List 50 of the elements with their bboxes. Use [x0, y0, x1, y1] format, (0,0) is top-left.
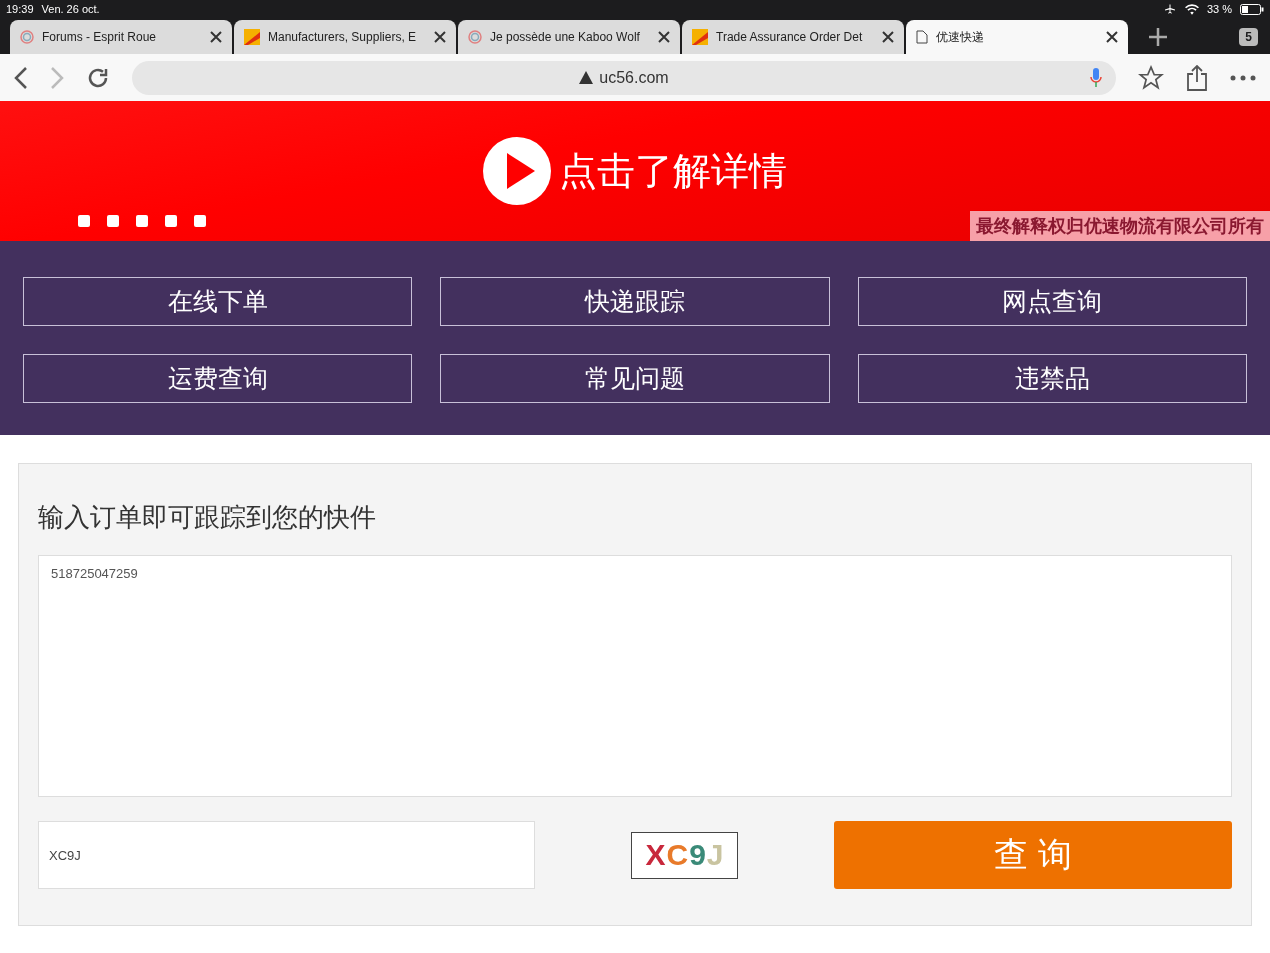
star-icon[interactable] — [1138, 64, 1164, 91]
site-logo-icon — [692, 29, 708, 45]
browser-tab[interactable]: Trade Assurance Order Det — [682, 20, 904, 54]
url-text: uc56.com — [599, 68, 669, 87]
battery-icon — [1240, 3, 1264, 15]
ring-icon — [20, 30, 34, 44]
browser-tab[interactable]: Manufacturers, Suppliers, E — [234, 20, 456, 54]
warning-icon — [579, 71, 594, 84]
tab-title: Forums - Esprit Roue — [42, 30, 158, 44]
banner[interactable]: 点击了解详情 最终解释权归优速物流有限公司所有 — [0, 101, 1270, 241]
browser-tab[interactable]: Je possède une Kaboo Wolf — [458, 20, 680, 54]
nav-button[interactable]: 在线下单 — [23, 277, 413, 326]
close-icon[interactable] — [434, 31, 446, 43]
nav-button[interactable]: 网点查询 — [857, 277, 1247, 326]
tab-title: 优速快递 — [936, 28, 985, 46]
nav-button[interactable]: 违禁品 — [857, 354, 1247, 403]
close-icon[interactable] — [882, 31, 894, 43]
captcha-input[interactable]: XC9J — [38, 821, 535, 889]
play-icon — [483, 137, 551, 205]
browser-tab[interactable]: Forums - Esprit Roue — [10, 20, 232, 54]
close-icon[interactable] — [210, 31, 222, 43]
page-icon — [916, 30, 928, 44]
tracking-title: 输入订单即可跟踪到您的快件 — [38, 501, 377, 534]
tab-title: Je possède une Kaboo Wolf — [490, 30, 641, 44]
tab-count[interactable]: 5 — [1239, 28, 1258, 46]
browser-tab[interactable]: 优速快递 — [906, 20, 1128, 54]
tab-title: Manufacturers, Suppliers, E — [268, 30, 418, 44]
microphone-icon[interactable] — [1090, 67, 1102, 88]
nav-button[interactable]: 快递跟踪 — [440, 277, 830, 326]
share-icon[interactable] — [1186, 64, 1208, 91]
back-icon[interactable] — [14, 66, 28, 89]
tracking-number-field[interactable]: 518725047259 — [38, 555, 1232, 797]
close-icon[interactable] — [1106, 31, 1118, 43]
battery-percent: 33 % — [1206, 3, 1232, 15]
banner-headline: 点击了解详情 — [559, 148, 787, 194]
airplane-icon — [1162, 3, 1177, 15]
nav-button[interactable]: 运费查询 — [23, 354, 413, 403]
captcha-image[interactable]: XC9J — [631, 831, 738, 879]
ring-icon — [468, 30, 482, 44]
site-logo-icon — [244, 29, 260, 45]
more-icon[interactable] — [1230, 74, 1256, 81]
close-icon[interactable] — [658, 31, 670, 43]
new-tab-icon[interactable] — [1149, 28, 1167, 46]
status-date: Ven. 26 oct. — [41, 3, 100, 15]
status-time: 19:39 — [6, 3, 34, 15]
tab-title: Trade Assurance Order Det — [716, 30, 864, 44]
address-bar[interactable]: uc56.com — [132, 60, 1116, 95]
wifi-icon — [1184, 3, 1199, 15]
banner-footnote: 最终解释权归优速物流有限公司所有 — [970, 211, 1270, 241]
nav-button[interactable]: 常见问题 — [440, 354, 830, 403]
